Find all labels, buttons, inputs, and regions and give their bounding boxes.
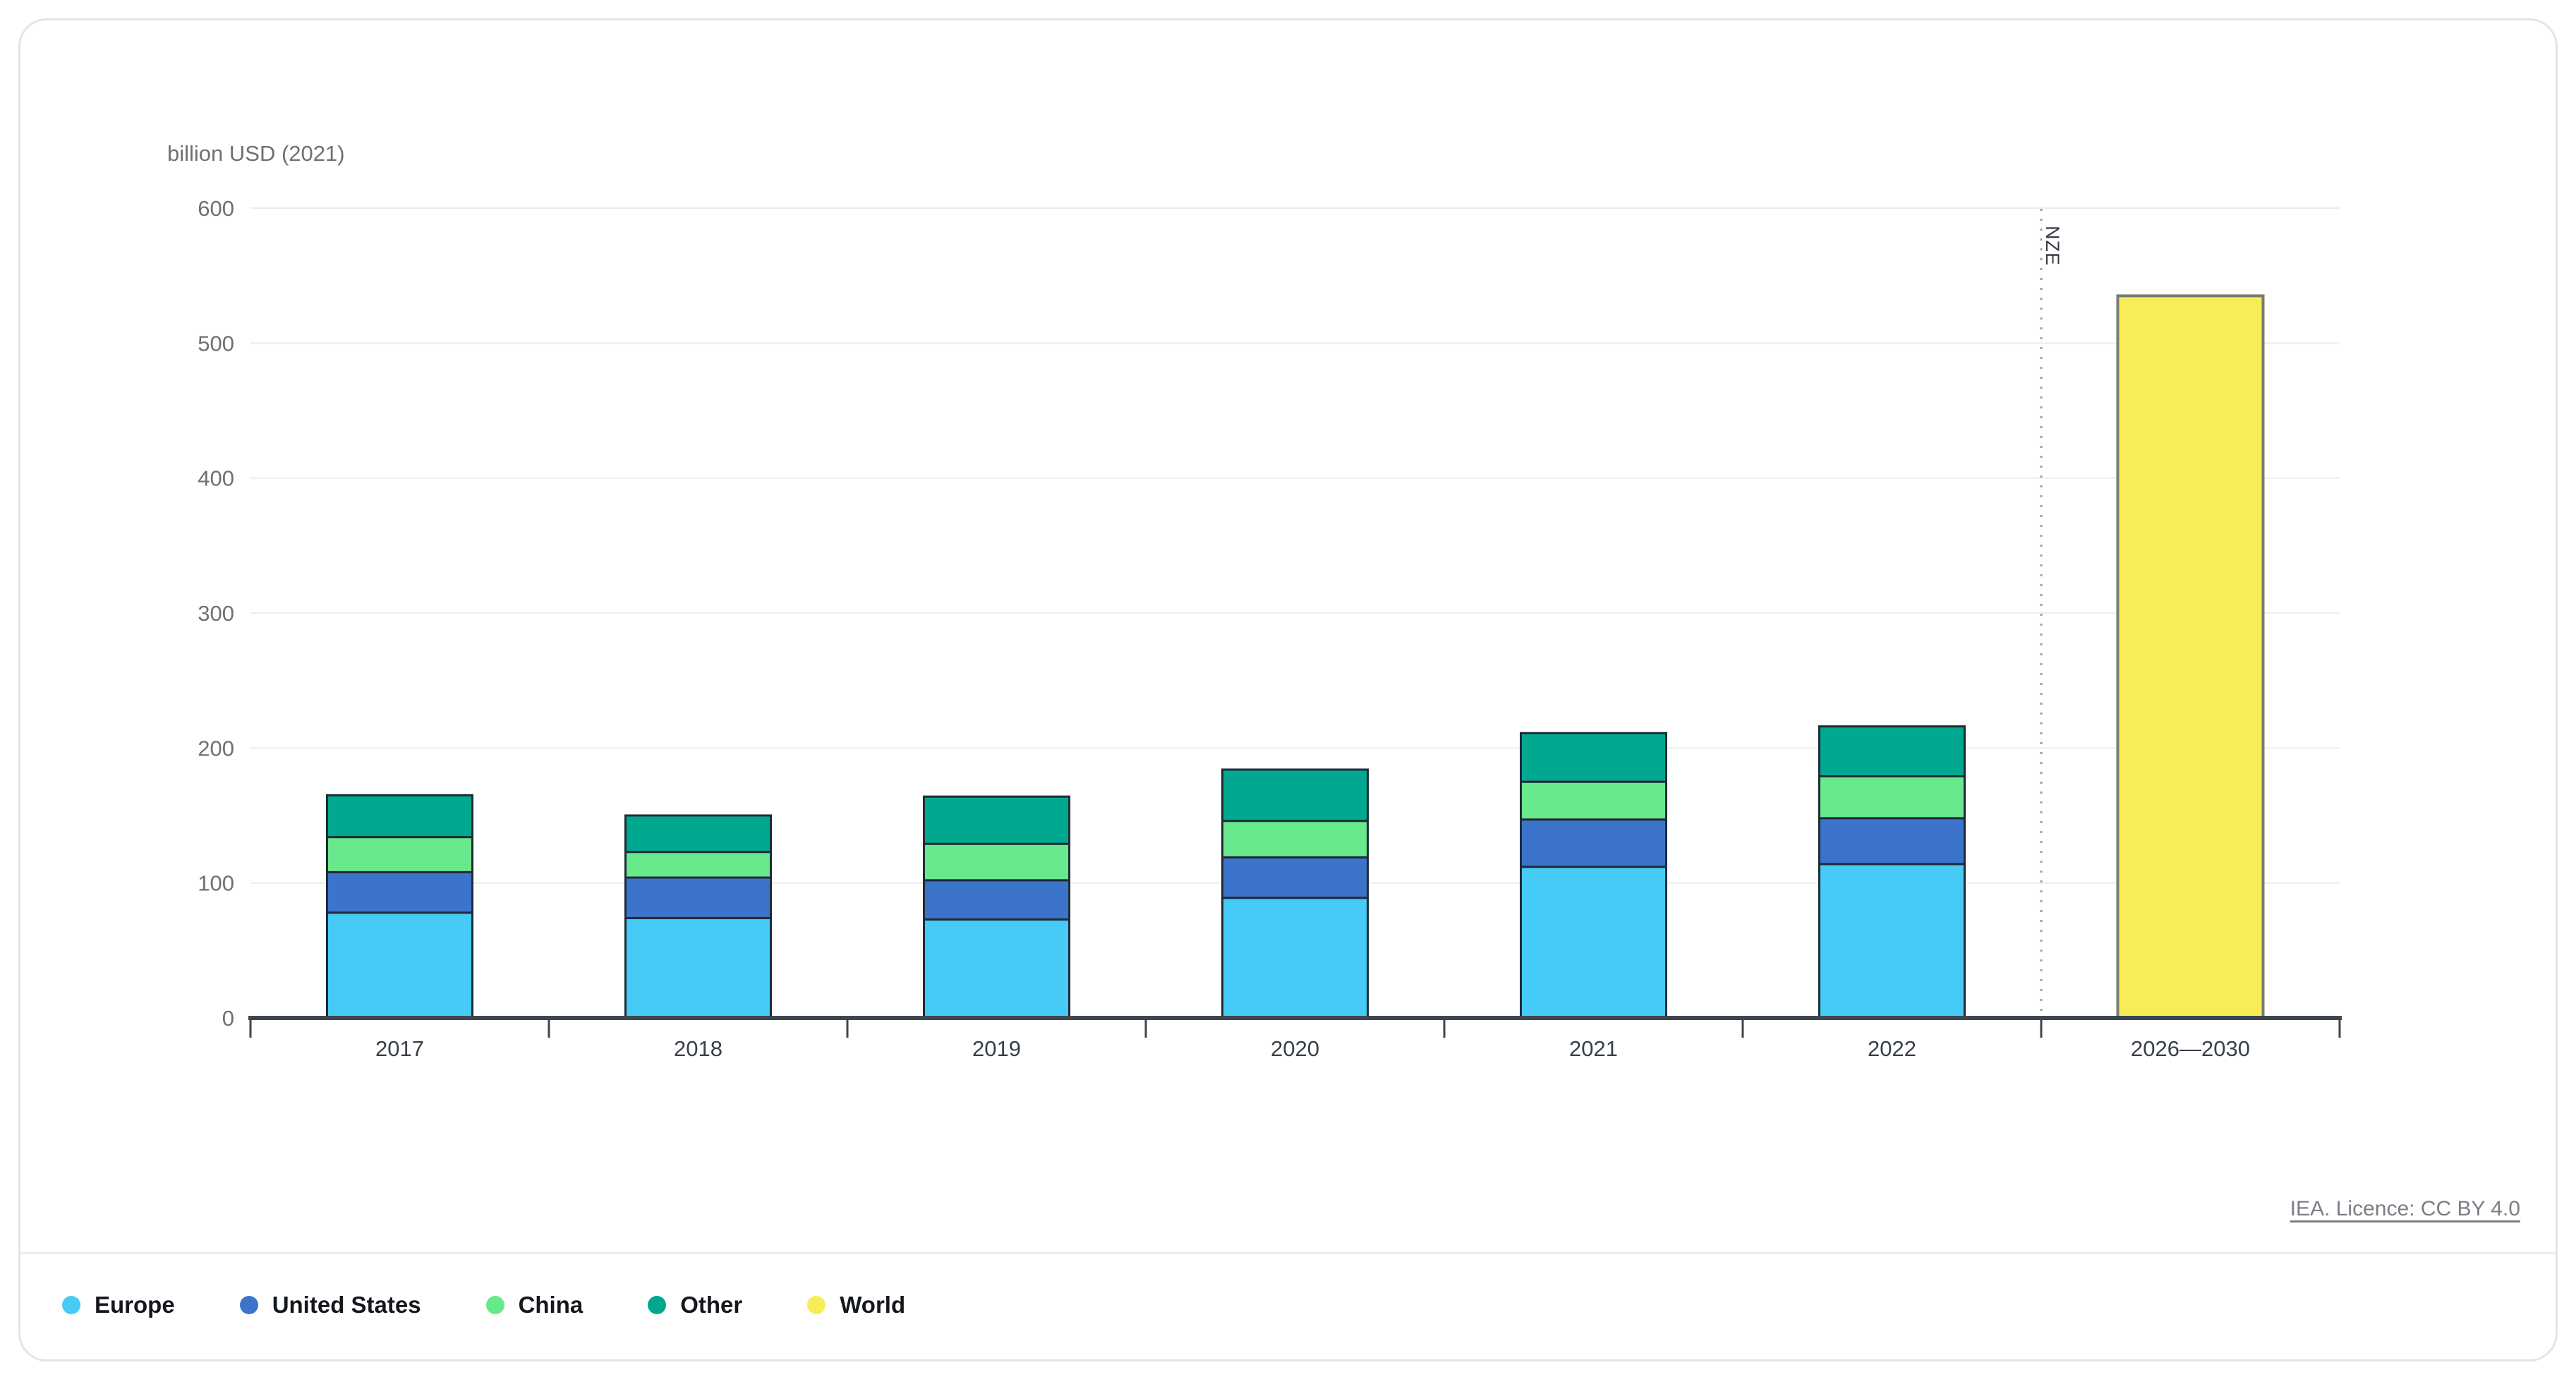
chart-legend: Europe United States China Other World <box>62 1282 905 1328</box>
legend-item-other[interactable]: Other <box>648 1292 742 1318</box>
bar-segment-other-2018[interactable] <box>626 815 771 852</box>
bar-segment-other-2017[interactable] <box>327 795 473 837</box>
chart-svg: billion USD (2021) NZE 0 100 200 300 400 500 6… <box>0 0 2576 1377</box>
x-tick-label-2020: 2020 <box>1271 1036 1319 1061</box>
bar-segment-united-states-2017[interactable] <box>327 872 473 912</box>
legend-label-europe: Europe <box>95 1292 175 1318</box>
bar-segment-other-2021[interactable] <box>1521 733 1667 782</box>
legend-divider <box>20 1252 2556 1254</box>
bar-segment-europe-2018[interactable] <box>626 918 771 1018</box>
legend-item-europe[interactable]: Europe <box>62 1292 175 1318</box>
legend-swatch-other <box>648 1296 666 1314</box>
y-tick-label-300: 300 <box>198 601 234 626</box>
y-tick-label-200: 200 <box>198 736 234 760</box>
bar-segment-china-2019[interactable] <box>924 844 1070 880</box>
x-tick-label-2021: 2021 <box>1569 1036 1618 1061</box>
bar-segment-europe-2021[interactable] <box>1521 867 1667 1018</box>
legend-item-world[interactable]: World <box>807 1292 905 1318</box>
x-tick-label-2022: 2022 <box>1868 1036 1916 1061</box>
bar-segment-united-states-2019[interactable] <box>924 880 1070 919</box>
legend-swatch-europe <box>62 1296 80 1314</box>
bar-segment-europe-2020[interactable] <box>1223 898 1368 1018</box>
bar-segment-united-states-2018[interactable] <box>626 878 771 918</box>
bar-segment-china-2021[interactable] <box>1521 782 1667 820</box>
bar-segment-united-states-2020[interactable] <box>1223 857 1368 897</box>
x-tick-label-2018: 2018 <box>674 1036 722 1061</box>
legend-swatch-china <box>486 1296 504 1314</box>
legend-label-china: China <box>519 1292 583 1318</box>
legend-label-world: World <box>840 1292 905 1318</box>
bar-segment-united-states-2021[interactable] <box>1521 820 1667 867</box>
bar-segment-world-2026—2030[interactable] <box>2118 296 2263 1018</box>
x-tick-label-2019: 2019 <box>972 1036 1021 1061</box>
legend-label-other: Other <box>680 1292 742 1318</box>
bar-segment-other-2022[interactable] <box>1820 727 1965 777</box>
y-tick-label-400: 400 <box>198 466 234 491</box>
bar-segment-china-2020[interactable] <box>1223 821 1368 858</box>
legend-item-china[interactable]: China <box>486 1292 583 1318</box>
legend-item-united-states[interactable]: United States <box>240 1292 421 1318</box>
bar-segment-china-2017[interactable] <box>327 837 473 873</box>
axis-unit-label: billion USD (2021) <box>167 141 345 166</box>
bar-segment-europe-2019[interactable] <box>924 919 1070 1018</box>
legend-swatch-united-states <box>240 1296 258 1314</box>
x-tick-label-2026—2030: 2026—2030 <box>2131 1036 2250 1061</box>
bar-segment-china-2022[interactable] <box>1820 777 1965 818</box>
y-tick-label-100: 100 <box>198 871 234 896</box>
bar-segment-china-2018[interactable] <box>626 852 771 878</box>
bar-segment-other-2019[interactable] <box>924 796 1070 844</box>
bar-segment-europe-2017[interactable] <box>327 913 473 1018</box>
y-tick-label-0: 0 <box>222 1006 234 1031</box>
bar-segment-united-states-2022[interactable] <box>1820 818 1965 864</box>
nze-annotation-label: NZE <box>2042 226 2063 266</box>
bar-segment-other-2020[interactable] <box>1223 770 1368 821</box>
legend-swatch-world <box>807 1296 826 1314</box>
x-tick-label-2017: 2017 <box>375 1036 424 1061</box>
legend-label-united-states: United States <box>272 1292 421 1318</box>
y-tick-label-500: 500 <box>198 331 234 356</box>
y-tick-label-600: 600 <box>198 196 234 221</box>
bar-segment-europe-2022[interactable] <box>1820 864 1965 1018</box>
licence-link[interactable]: IEA. Licence: CC BY 4.0 <box>2290 1197 2520 1221</box>
